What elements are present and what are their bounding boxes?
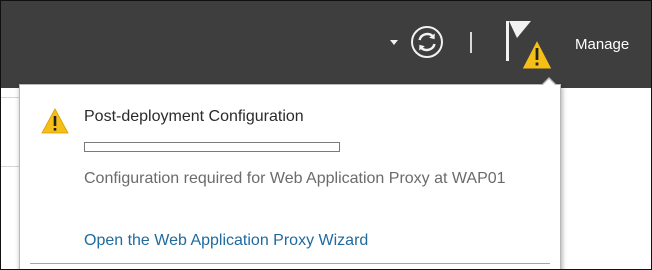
panel-divider xyxy=(30,263,550,264)
background-rule xyxy=(1,166,19,167)
panel-pointer xyxy=(542,79,556,86)
notifications-flag-icon[interactable] xyxy=(501,18,559,78)
progress-bar xyxy=(84,142,340,152)
dropdown-arrow-icon[interactable] xyxy=(390,40,398,45)
toolbar-divider xyxy=(470,32,472,53)
notification-panel: Post-deployment Configuration Configurat… xyxy=(19,77,561,269)
notification-title: Post-deployment Configuration xyxy=(84,108,304,125)
warning-icon xyxy=(41,108,69,134)
warning-icon xyxy=(521,38,553,70)
refresh-icon[interactable] xyxy=(410,25,444,59)
manage-menu[interactable]: Manage xyxy=(575,35,629,55)
open-wizard-link[interactable]: Open the Web Application Proxy Wizard xyxy=(84,231,368,251)
notification-message: Configuration required for Web Applicati… xyxy=(84,170,506,187)
server-manager-window: Manage Post-deployment Configuration Con… xyxy=(0,0,652,270)
header-bar: Manage xyxy=(1,1,651,88)
